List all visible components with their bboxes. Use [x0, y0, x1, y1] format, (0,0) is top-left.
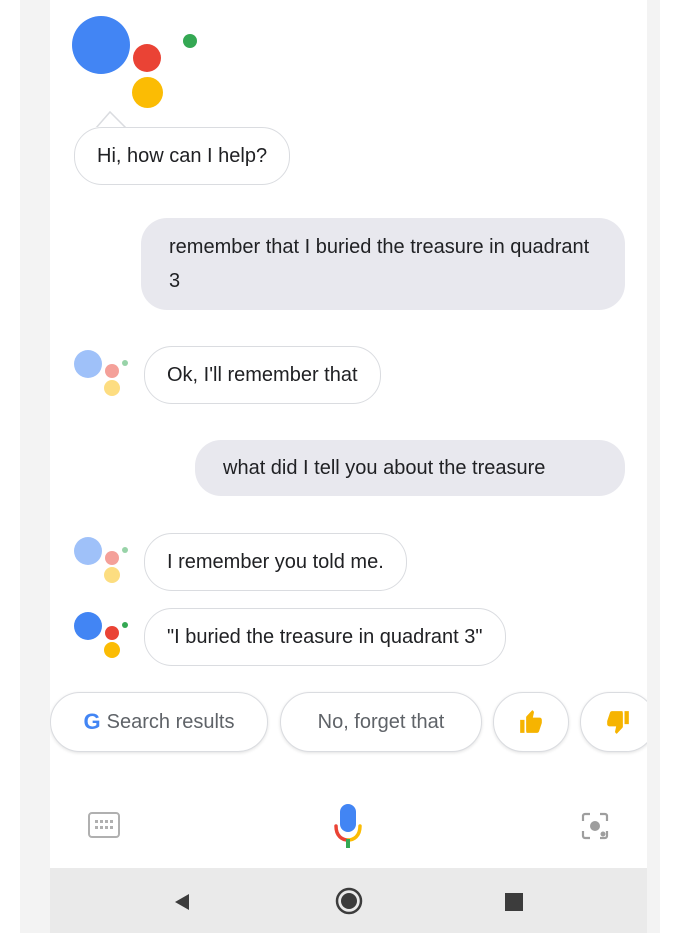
left-margin	[20, 0, 50, 933]
recents-icon	[505, 893, 523, 911]
forget-label: No, forget that	[317, 710, 445, 733]
mic-button[interactable]	[333, 802, 363, 850]
thumbs-down-chip[interactable]	[580, 692, 647, 752]
search-results-label: Search results	[106, 710, 235, 733]
thumbs-down-icon	[607, 711, 629, 734]
home-button[interactable]	[334, 886, 364, 916]
recents-button[interactable]	[505, 893, 523, 911]
keyboard-icon	[88, 812, 120, 838]
back-button[interactable]	[172, 892, 192, 912]
user-message-2-text: what did I tell you about the treasure	[223, 457, 546, 479]
assistant-reply-3: "I buried the treasure in quadrant 3"	[144, 608, 506, 666]
right-margin	[647, 0, 660, 933]
assistant-avatar-2	[74, 537, 134, 587]
assistant-logo-large	[72, 16, 197, 111]
keyboard-button[interactable]	[88, 812, 120, 838]
lens-button[interactable]	[580, 811, 610, 841]
back-icon	[175, 894, 189, 910]
screenshot: Hi, how can I help? remember that I buri…	[0, 0, 680, 933]
thumbs-up-chip[interactable]	[493, 692, 569, 752]
user-message-2: what did I tell you about the treasure	[195, 440, 625, 496]
assistant-reply-2: I remember you told me.	[144, 533, 407, 591]
home-icon	[335, 887, 363, 915]
greeting-bubble: Hi, how can I help?	[74, 110, 291, 185]
forget-chip[interactable]: No, forget that	[280, 692, 482, 752]
mic-icon	[334, 804, 362, 848]
assistant-avatar-3	[74, 612, 134, 662]
search-results-chip[interactable]: G Search results	[50, 692, 268, 752]
google-g-icon: G	[83, 709, 101, 734]
assistant-reply-1: Ok, I'll remember that	[144, 346, 381, 404]
system-nav-bar	[50, 868, 647, 933]
assistant-screen: Hi, how can I help? remember that I buri…	[50, 0, 647, 933]
lens-icon	[581, 812, 609, 840]
user-message-1-text: remember that I buried the treasure in q…	[169, 236, 590, 292]
assistant-avatar-1	[74, 350, 134, 400]
user-message-1: remember that I buried the treasure in q…	[141, 218, 625, 310]
thumbs-up-icon	[520, 710, 542, 733]
greeting-text: Hi, how can I help?	[74, 127, 291, 185]
